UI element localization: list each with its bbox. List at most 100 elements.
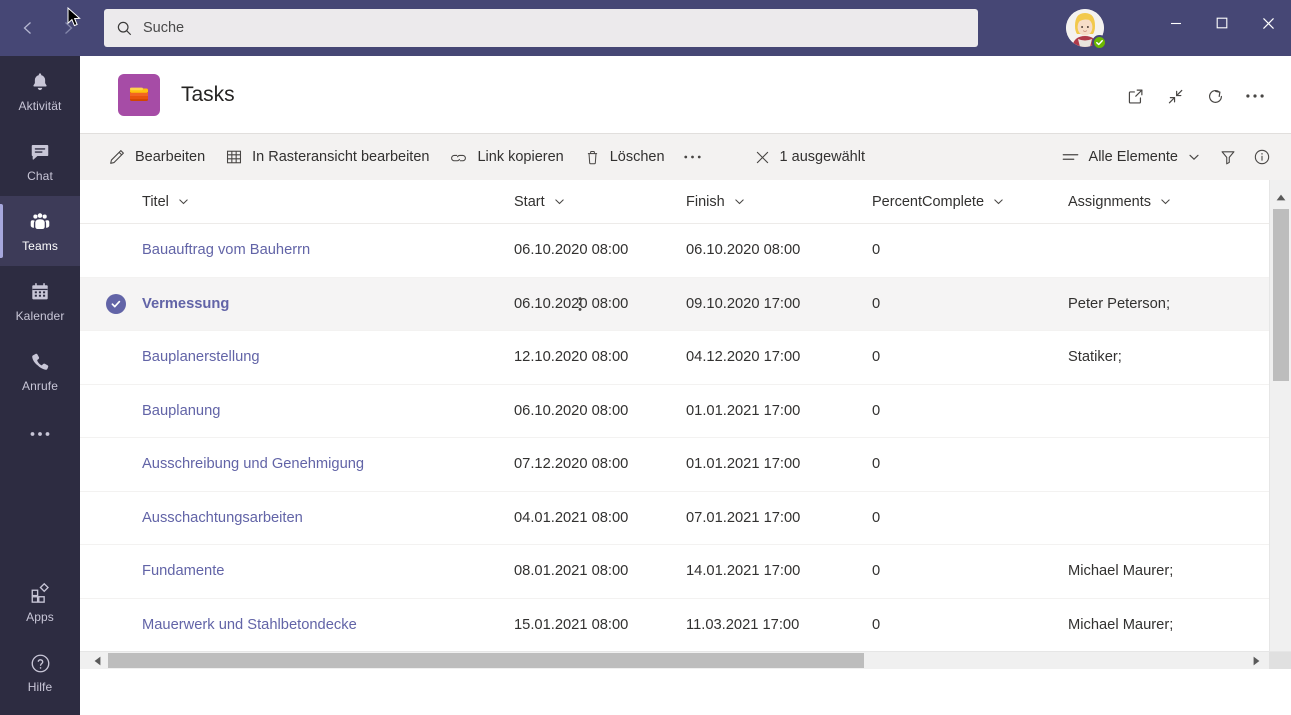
column-header-finish[interactable]: Finish	[686, 194, 872, 210]
table-row[interactable]: Bauplanung 06.10.2020 08:00 01.01.2021 17:…	[80, 384, 1269, 438]
scroll-right-arrow[interactable]	[1247, 652, 1265, 669]
row-title-link[interactable]: Ausschachtungsarbeiten	[142, 510, 514, 526]
avatar[interactable]	[1066, 9, 1107, 50]
teams-window: Aktivität Chat	[0, 0, 1291, 715]
table-header-row: Titel Start Finish PercentComplete Assig…	[80, 180, 1291, 224]
grid-icon	[225, 148, 243, 166]
row-select-checkbox[interactable]	[80, 293, 142, 314]
open-in-browser-icon[interactable]	[1115, 76, 1155, 116]
collapse-icon[interactable]	[1155, 76, 1195, 116]
app-rail: Aktivität Chat Teams Kalender Anrufe App…	[0, 56, 80, 715]
vertical-scrollbar[interactable]	[1269, 180, 1291, 669]
edit-button[interactable]: Bearbeiten	[98, 134, 215, 180]
scroll-up-arrow[interactable]	[1270, 188, 1291, 206]
page-header: Tasks	[80, 56, 1291, 134]
link-icon	[449, 148, 468, 167]
row-assignments-value: Michael Maurer;	[1068, 563, 1174, 580]
row-title-link[interactable]: Vermessung	[142, 296, 514, 312]
row-percent-value: 0	[872, 295, 881, 312]
horizontal-scrollbar-thumb[interactable]	[108, 653, 864, 668]
scroll-left-arrow[interactable]	[88, 652, 106, 669]
copy-link-label: Link kopieren	[477, 149, 564, 165]
header-actions	[1115, 76, 1275, 116]
presence-badge	[1092, 35, 1107, 50]
sidebar-more-apps-button[interactable]	[0, 406, 80, 462]
table-row[interactable]: Bauauftrag vom Bauherrn 06.10.2020 08:00 0…	[80, 224, 1269, 278]
row-more-options-icon[interactable]	[578, 278, 582, 332]
row-percent-value: 0	[872, 242, 881, 259]
edit-label: Bearbeiten	[135, 149, 206, 165]
sidebar-item-label: Anrufe	[22, 379, 58, 393]
column-header-assignments[interactable]: Assignments	[1068, 194, 1228, 210]
sidebar-item-kalender[interactable]: Kalender	[0, 266, 80, 336]
table-row[interactable]: Vermessung 06.10.2020 08:00 09.10.2020 17:…	[80, 277, 1269, 332]
vertical-scrollbar-thumb[interactable]	[1273, 209, 1289, 381]
column-header-start[interactable]: Start	[514, 194, 686, 210]
phone-icon	[29, 349, 51, 375]
filter-button[interactable]	[1211, 134, 1245, 180]
row-finish-value: 01.01.2021 17:00	[686, 402, 801, 419]
teams-icon	[28, 209, 52, 235]
selection-count-label: 1 ausgewählt	[779, 149, 865, 165]
table-row[interactable]: Ausschachtungsarbeiten 04.01.2021 08:00 07…	[80, 491, 1269, 545]
horizontal-scrollbar[interactable]	[80, 651, 1291, 669]
refresh-icon[interactable]	[1195, 76, 1235, 116]
sidebar-item-label: Aktivität	[18, 99, 62, 113]
row-start-value: 04.01.2021 08:00	[514, 509, 629, 526]
clear-selection-button[interactable]: 1 ausgewählt	[744, 134, 875, 180]
row-finish-value: 01.01.2021 17:00	[686, 456, 801, 473]
row-title-link[interactable]: Mauerwerk und Stahlbetondecke	[142, 617, 514, 633]
grid-edit-button[interactable]: In Rasteransicht bearbeiten	[215, 134, 439, 180]
column-header-title[interactable]: Titel	[142, 194, 514, 210]
sidebar-item-apps[interactable]: Apps	[0, 567, 80, 637]
info-button[interactable]	[1245, 134, 1279, 180]
row-percent-value: 0	[872, 616, 881, 633]
sidebar-item-anrufe[interactable]: Anrufe	[0, 336, 80, 406]
row-start-value: 15.01.2021 08:00	[514, 616, 629, 633]
row-start-value: 06.10.2020 08:00	[514, 242, 629, 259]
command-overflow-button[interactable]	[675, 134, 710, 180]
copy-link-button[interactable]: Link kopieren	[439, 134, 573, 180]
column-label: Titel	[142, 193, 169, 210]
row-finish-value: 06.10.2020 08:00	[686, 242, 801, 259]
row-title-link[interactable]: Ausschreibung und Genehmigung	[142, 456, 514, 472]
column-header-percentcomplete[interactable]: PercentComplete	[872, 194, 1068, 210]
table-row[interactable]: Bauplanerstellung 12.10.2020 08:00 04.12.2…	[80, 331, 1269, 385]
row-start-value: 07.12.2020 08:00	[514, 456, 629, 473]
row-title-link[interactable]: Bauplanerstellung	[142, 349, 514, 365]
row-title-link[interactable]: Bauauftrag vom Bauherrn	[142, 242, 514, 258]
minimize-button[interactable]	[1153, 0, 1199, 46]
row-percent-value: 0	[872, 509, 881, 526]
chevron-down-icon	[733, 195, 746, 208]
scrollbar-corner	[1269, 652, 1291, 669]
more-options-icon[interactable]	[1235, 76, 1275, 116]
table-row[interactable]: Mauerwerk und Stahlbetondecke 15.01.2021 …	[80, 598, 1269, 652]
column-label: Start	[514, 193, 545, 210]
table-row[interactable]: Fundamente 08.01.2021 08:00 14.01.2021 17:…	[80, 545, 1269, 599]
sidebar-item-hilfe[interactable]: Hilfe	[0, 637, 80, 707]
command-bar: Bearbeiten In Rasteransicht bearbeiten L…	[80, 134, 1291, 180]
row-title-link[interactable]: Fundamente	[142, 563, 514, 579]
sidebar-item-teams[interactable]: Teams	[0, 196, 80, 266]
delete-button[interactable]: Löschen	[574, 134, 675, 180]
chevron-down-icon	[1159, 195, 1172, 208]
chevron-down-icon	[177, 195, 190, 208]
delete-label: Löschen	[609, 149, 665, 165]
back-button[interactable]	[8, 8, 48, 48]
sidebar-item-aktivitaet[interactable]: Aktivität	[0, 56, 80, 126]
row-title-link[interactable]: Bauplanung	[142, 403, 514, 419]
search-bar[interactable]	[104, 9, 978, 47]
row-assignments-value: Statiker;	[1068, 349, 1122, 366]
sidebar-item-chat[interactable]: Chat	[0, 126, 80, 196]
maximize-button[interactable]	[1199, 0, 1245, 46]
row-finish-value: 11.03.2021 17:00	[686, 616, 800, 633]
view-selector[interactable]: Alle Elemente	[1051, 134, 1211, 180]
page-title: Tasks	[181, 82, 235, 106]
close-button[interactable]	[1245, 0, 1291, 46]
search-input[interactable]	[143, 20, 966, 36]
row-finish-value: 04.12.2020 17:00	[686, 349, 801, 366]
row-percent-value: 0	[872, 563, 881, 580]
row-finish-value: 07.01.2021 17:00	[686, 509, 801, 526]
title-bar	[0, 0, 1291, 56]
table-row[interactable]: Ausschreibung und Genehmigung 07.12.2020 …	[80, 438, 1269, 492]
